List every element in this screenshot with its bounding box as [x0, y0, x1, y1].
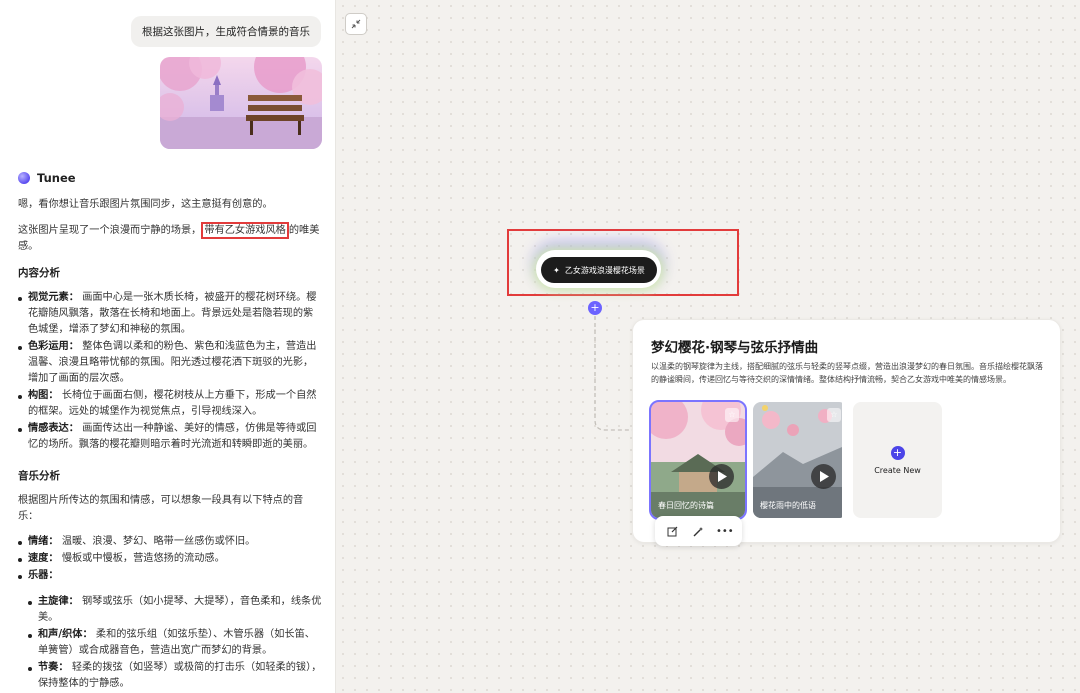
result-title: 梦幻樱花·钢琴与弦乐抒情曲 — [651, 340, 819, 356]
assistant-header: Tunee — [18, 171, 76, 185]
list-item: 构图： 长椅位于画面右侧，樱花树枝从上方垂下，形成一个自然的框架。远处的城堡作为… — [18, 388, 323, 420]
description-text: 这张图片呈现了一个浪漫而宁静的场景， — [18, 225, 202, 236]
sparkle-icon: ✦ — [553, 265, 560, 275]
favorite-icon[interactable]: ☆ — [725, 408, 739, 422]
prompt-node[interactable]: ✦ 乙女游戏浪漫樱花场景 — [541, 257, 657, 283]
track-card-1[interactable]: ☆ 春日回忆的诗篇 — [649, 400, 747, 520]
content-analysis-list: 视觉元素： 画面中心是一张木质长椅，被盛开的樱花树环绕。樱花瓣随风飘落，散落在长… — [18, 290, 323, 453]
uploaded-image[interactable] — [160, 57, 322, 149]
user-message: 根据这张图片，生成符合情景的音乐 — [131, 16, 321, 47]
list-item: 主旋律： 钢琴或弦乐（如小提琴、大提琴），音色柔和，线条优美。 — [18, 594, 323, 626]
edit-icon[interactable] — [664, 523, 680, 539]
instrument-list: 主旋律： 钢琴或弦乐（如小提琴、大提琴），音色柔和，线条优美。 和声/织体： 柔… — [18, 594, 323, 692]
favorite-icon[interactable]: ☆ — [827, 408, 841, 422]
list-item: 速度： 慢板或中慢板，营造悠扬的流动感。 — [18, 551, 323, 567]
content-analysis-heading: 内容分析 — [18, 267, 60, 279]
content-analysis-section: 内容分析 视觉元素： 画面中心是一张木质长椅，被盛开的樱花树环绕。樱花瓣随风飘落… — [18, 265, 323, 454]
music-analysis-list: 情绪： 温暖、浪漫、梦幻、略带一丝感伤或怀旧。 速度： 慢板或中慢板，营造悠扬的… — [18, 534, 323, 584]
music-analysis-section: 音乐分析 根据图片所传达的氛围和情感，可以想象一段具有以下特点的音乐： 情绪： … — [18, 468, 323, 693]
list-item: 情感表达： 画面传达出一种静谧、美好的情感，仿佛是等待或回忆的场所。飘落的樱花瓣… — [18, 421, 323, 453]
highlighted-phrase: 带有乙女游戏风格 — [201, 222, 289, 239]
create-new-label: Create New — [874, 465, 921, 475]
track-card-2[interactable]: ☆ 樱花雨中的低语 — [753, 402, 847, 518]
magic-wand-icon[interactable] — [690, 523, 706, 539]
plus-icon: + — [890, 445, 905, 460]
image-description: 这张图片呈现了一个浪漫而宁静的场景， 带有乙女游戏风格 的唯美感。 — [18, 222, 323, 255]
prompt-node-label: 乙女游戏浪漫樱花场景 — [564, 265, 645, 275]
play-icon[interactable] — [811, 464, 836, 489]
music-intro: 根据图片所传达的氛围和情感，可以想象一段具有以下特点的音乐： — [18, 495, 304, 522]
add-node-icon[interactable]: + — [588, 301, 602, 315]
list-item: 视觉元素： 画面中心是一张木质长椅，被盛开的樱花树环绕。樱花瓣随风飘落，散落在长… — [18, 290, 323, 338]
result-description: 以温柔的钢琴旋律为主线，搭配细腻的弦乐与轻柔的竖琴点缀，营造出浪漫梦幻的春日氛围… — [651, 362, 1043, 384]
assistant-name: Tunee — [37, 171, 76, 185]
tunee-avatar — [18, 172, 30, 184]
list-item: 和声/织体： 柔和的弦乐组（如弦乐垫）、木管乐器（如长笛、单簧管）或合成器音色，… — [18, 627, 323, 659]
music-result-card: 梦幻樱花·钢琴与弦乐抒情曲 以温柔的钢琴旋律为主线，搭配细腻的弦乐与轻柔的竖琴点… — [632, 319, 1061, 546]
more-icon[interactable]: ••• — [716, 523, 734, 539]
create-new-button[interactable]: + Create New — [853, 402, 942, 518]
music-analysis-heading: 音乐分析 — [18, 470, 60, 482]
list-item: 情绪： 温暖、浪漫、梦幻、略带一丝感伤或怀旧。 — [18, 534, 323, 550]
list-item: 节奏： 轻柔的拨弦（如竖琴）或极简的打击乐（如轻柔的钹），保持整体的宁静感。 — [18, 660, 323, 692]
chat-panel: 根据这张图片，生成符合情景的音乐 Tunee 嗯，看你想让音乐跟图片氛围同步，这… — [0, 0, 336, 693]
assistant-intro: 嗯，看你想让音乐跟图片氛围同步，这主意挺有创意的。 — [18, 199, 273, 210]
play-icon[interactable] — [709, 464, 734, 489]
track-title-1: 春日回忆的诗篇 — [658, 501, 714, 510]
track-toolbar: ••• — [655, 516, 742, 546]
list-item: 乐器： — [18, 568, 323, 584]
list-item: 色彩运用： 整体色调以柔和的粉色、紫色和浅蓝色为主，营造出温馨、浪漫且略带忧郁的… — [18, 339, 323, 387]
track-title-2: 樱花雨中的低语 — [760, 501, 816, 510]
workflow-canvas[interactable]: ✦ 乙女游戏浪漫樱花场景 + 梦幻樱花·钢琴与弦乐抒情曲 以温柔的钢琴旋律为主线… — [337, 0, 1080, 693]
